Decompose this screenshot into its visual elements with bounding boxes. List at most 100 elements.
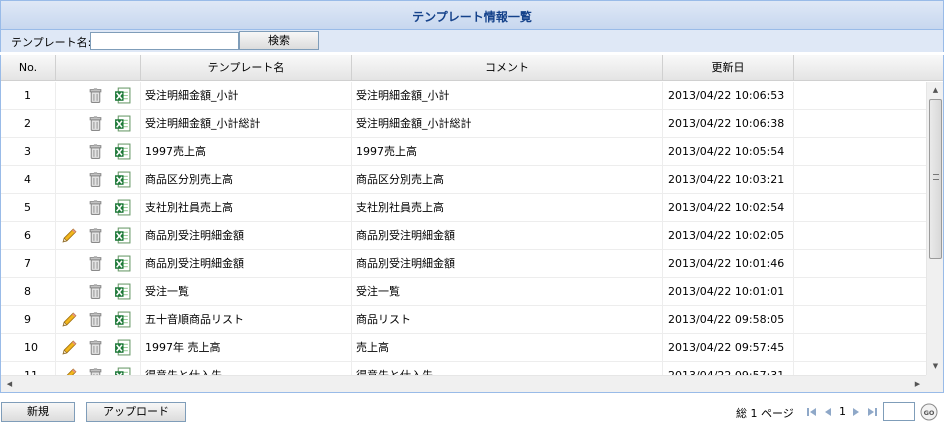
- pencil-icon[interactable]: [61, 227, 78, 244]
- prev-page-icon[interactable]: [822, 406, 834, 418]
- comment-cell: 受注明細金額_小計総計: [352, 110, 663, 138]
- svg-text:GO: GO: [924, 409, 935, 417]
- scroll-right-arrow-icon[interactable]: ▶: [909, 376, 926, 392]
- column-header-template-name[interactable]: テンプレート名: [141, 55, 352, 81]
- row-actions: [56, 194, 141, 222]
- excel-icon[interactable]: [114, 255, 131, 272]
- trash-icon[interactable]: [87, 283, 104, 300]
- trash-icon[interactable]: [87, 227, 104, 244]
- excel-icon[interactable]: [114, 87, 131, 104]
- template-name-cell: 支社別社員売上高: [141, 194, 352, 222]
- pencil-icon[interactable]: [61, 311, 78, 328]
- row-number: 1: [1, 82, 56, 110]
- column-header-comment[interactable]: コメント: [352, 55, 663, 81]
- template-name-cell: 商品別受注明細金額: [141, 250, 352, 278]
- trash-icon[interactable]: [87, 311, 104, 328]
- table-row[interactable]: 7 商品別受注明細金額 商品別受注明細金額 2013/04/22 10:01:4…: [1, 250, 926, 278]
- trash-icon[interactable]: [87, 199, 104, 216]
- table-row[interactable]: 11 得意先と仕入先 得意先: [1, 362, 926, 375]
- pager-total: 総 1 ページ: [736, 407, 794, 420]
- updated-date-cell: 2013/04/22 10:02:54: [663, 194, 794, 222]
- excel-icon[interactable]: [114, 115, 131, 132]
- pencil-icon[interactable]: [61, 367, 78, 375]
- horizontal-scrollbar[interactable]: ◀ ▶: [1, 375, 926, 392]
- last-page-icon[interactable]: [866, 406, 878, 418]
- excel-icon[interactable]: [114, 339, 131, 356]
- updated-date-cell: 2013/04/22 10:06:38: [663, 110, 794, 138]
- table-row[interactable]: 5 支社別社員売上高 支社別社員売上高 2013/04/22 10:02:54: [1, 194, 926, 222]
- updated-date-cell: 2013/04/22 10:01:46: [663, 250, 794, 278]
- column-header-no[interactable]: No.: [1, 55, 56, 81]
- table-row[interactable]: 9 五十音順商品リスト 商品リスト 2013/04/22 09:58:05: [1, 306, 926, 334]
- template-name-cell: 受注明細金額_小計: [141, 82, 352, 110]
- vertical-scroll-thumb[interactable]: [929, 99, 942, 259]
- footer-bar: 新規 アップロード 総 1 ページ 1 GO: [0, 401, 944, 423]
- template-name-cell: 商品別受注明細金額: [141, 222, 352, 250]
- trash-icon[interactable]: [87, 143, 104, 160]
- updated-date-cell: 2013/04/22 09:58:05: [663, 306, 794, 334]
- table-row[interactable]: 4 商品区分別売上高 商品区分別売上高 2013/04/22 10:03:21: [1, 166, 926, 194]
- excel-icon[interactable]: [114, 171, 131, 188]
- trash-icon[interactable]: [87, 367, 104, 375]
- next-page-icon[interactable]: [850, 406, 862, 418]
- row-number: 6: [1, 222, 56, 250]
- upload-button[interactable]: アップロード: [86, 402, 186, 422]
- row-actions: [56, 222, 141, 250]
- scroll-up-arrow-icon[interactable]: ▲: [927, 82, 943, 99]
- comment-cell: 売上高: [352, 334, 663, 362]
- template-name-cell: 商品区分別売上高: [141, 166, 352, 194]
- updated-date-cell: 2013/04/22 10:06:53: [663, 82, 794, 110]
- table-row[interactable]: 3 1997売上高 1997売上高 2013/04/22 10:05:54: [1, 138, 926, 166]
- row-number: 8: [1, 278, 56, 306]
- template-grid: No. テンプレート名 コメント 更新日 1 受注明細金額_小計 受注明細金額_…: [0, 55, 944, 393]
- excel-icon[interactable]: [114, 367, 131, 375]
- row-number: 4: [1, 166, 56, 194]
- trash-icon[interactable]: [87, 87, 104, 104]
- row-number: 7: [1, 250, 56, 278]
- excel-icon[interactable]: [114, 199, 131, 216]
- trash-icon[interactable]: [87, 255, 104, 272]
- row-actions: [56, 306, 141, 334]
- page-jump-input[interactable]: [883, 402, 915, 421]
- table-row[interactable]: 6 商品別受注明細金額 商品別受注明細金額 2013/04/22 10:02:0…: [1, 222, 926, 250]
- template-name-cell: 受注明細金額_小計総計: [141, 110, 352, 138]
- new-button[interactable]: 新規: [1, 402, 75, 422]
- title-bar: テンプレート情報一覧: [0, 0, 944, 30]
- comment-cell: 商品別受注明細金額: [352, 222, 663, 250]
- trash-icon[interactable]: [87, 339, 104, 356]
- current-page-number: 1: [839, 405, 846, 418]
- go-icon[interactable]: GO: [920, 403, 938, 421]
- excel-icon[interactable]: [114, 311, 131, 328]
- column-header-actions: [56, 55, 141, 81]
- scroll-left-arrow-icon[interactable]: ◀: [1, 376, 18, 392]
- table-row[interactable]: 2 受注明細金額_小計総計 受注明細金額_小計総計 2013/04/22 10:…: [1, 110, 926, 138]
- table-row[interactable]: 1 受注明細金額_小計 受注明細金額_小計 2013/04/22 10:06:5…: [1, 82, 926, 110]
- row-number: 11: [1, 362, 56, 375]
- scroll-down-arrow-icon[interactable]: ▼: [927, 358, 943, 375]
- vertical-scrollbar[interactable]: ▲ ▼: [926, 82, 943, 375]
- first-page-icon[interactable]: [806, 406, 818, 418]
- comment-cell: 商品別受注明細金額: [352, 250, 663, 278]
- row-actions: [56, 110, 141, 138]
- excel-icon[interactable]: [114, 143, 131, 160]
- table-row[interactable]: 8 受注一覧 受注一覧 2013/04/22 10:01:01: [1, 278, 926, 306]
- grid-body: 1 受注明細金額_小計 受注明細金額_小計 2013/04/22 10:06:5…: [1, 82, 926, 375]
- trash-icon[interactable]: [87, 115, 104, 132]
- comment-cell: 1997売上高: [352, 138, 663, 166]
- template-name-cell: 受注一覧: [141, 278, 352, 306]
- excel-icon[interactable]: [114, 227, 131, 244]
- updated-date-cell: 2013/04/22 10:01:01: [663, 278, 794, 306]
- pencil-icon[interactable]: [61, 339, 78, 356]
- search-button[interactable]: 検索: [239, 31, 319, 50]
- template-name-search-input[interactable]: [90, 32, 239, 50]
- row-actions: [56, 334, 141, 362]
- row-number: 3: [1, 138, 56, 166]
- trash-icon[interactable]: [87, 171, 104, 188]
- page-title: テンプレート情報一覧: [412, 10, 532, 24]
- comment-cell: 受注明細金額_小計: [352, 82, 663, 110]
- table-row[interactable]: 10 1997年 売上高 売上高 2013/04/22 09:57:45: [1, 334, 926, 362]
- row-actions: [56, 138, 141, 166]
- row-actions: [56, 250, 141, 278]
- excel-icon[interactable]: [114, 283, 131, 300]
- column-header-updated[interactable]: 更新日: [663, 55, 794, 81]
